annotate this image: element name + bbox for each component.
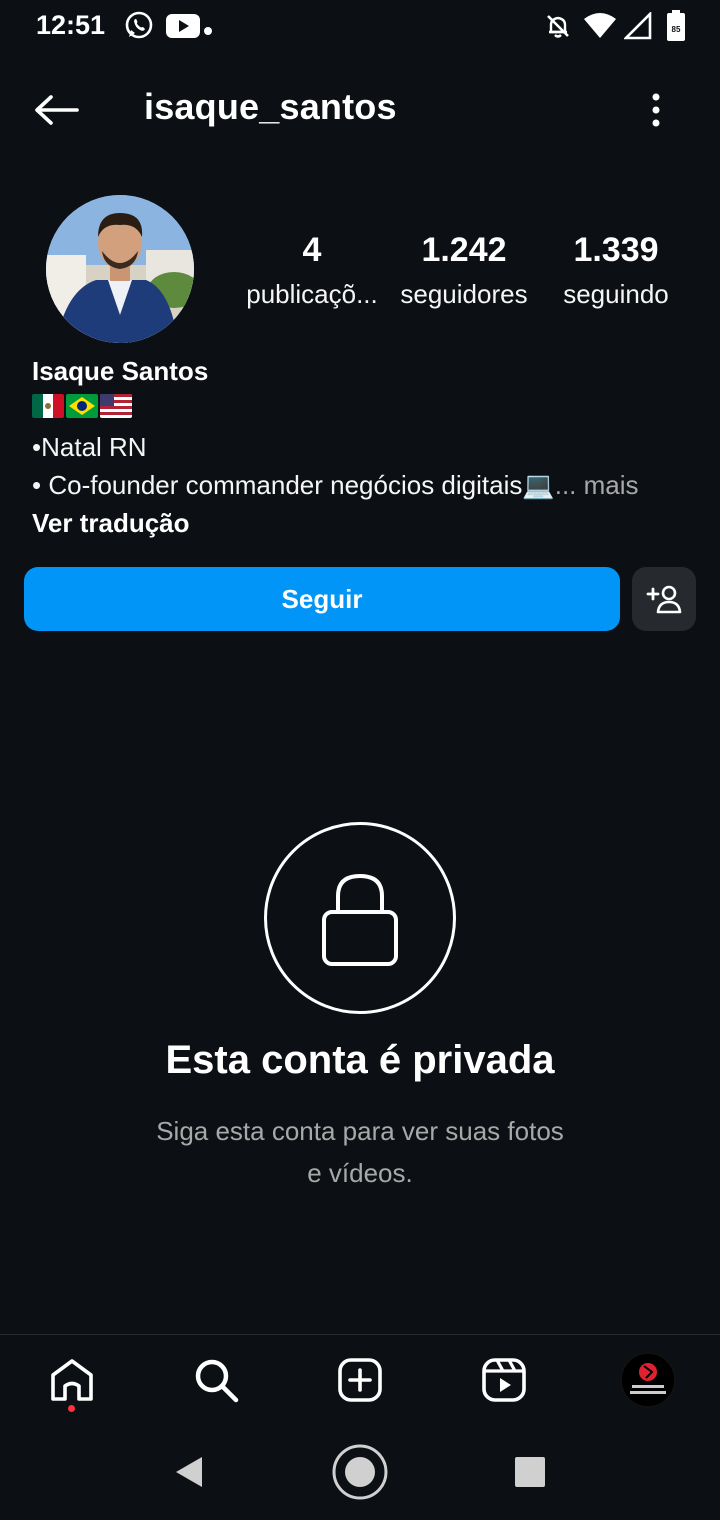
create-icon (338, 1358, 382, 1402)
status-bar: 12:51 85 (0, 0, 720, 52)
bio-text: • Co-founder commander negócios digitais… (32, 470, 555, 500)
home-icon (51, 1359, 93, 1401)
arrow-left-icon (35, 95, 79, 125)
mexico-flag (32, 394, 64, 418)
nav-create[interactable] (332, 1352, 388, 1408)
bio-flags (32, 394, 132, 418)
battery-icon: 85 (666, 10, 686, 47)
whatsapp-icon (124, 10, 154, 45)
followers-label: seguidores (400, 279, 528, 309)
lock-icon (322, 873, 398, 966)
posts-label: publicaçõ... (246, 279, 378, 309)
back-button[interactable] (28, 86, 84, 134)
mute-bell-icon (544, 12, 572, 45)
stat-following[interactable]: 1.339 seguindo (548, 228, 684, 316)
following-count: 1.339 (573, 231, 659, 269)
following-label: seguindo (563, 279, 669, 309)
suggested-accounts-button[interactable] (632, 567, 696, 631)
add-person-icon (646, 585, 682, 614)
private-account-subtitle: Siga esta conta para ver suas fotos e ví… (130, 1110, 590, 1194)
circle-home-icon (332, 1444, 388, 1500)
home-notification-dot (68, 1405, 75, 1412)
nav-profile[interactable] (620, 1352, 676, 1408)
private-subtitle-line2: e vídeos. (307, 1158, 413, 1188)
private-account-title: Esta conta é privada (165, 1038, 555, 1082)
square-recents-icon (515, 1457, 545, 1487)
system-home-button[interactable] (328, 1440, 392, 1504)
bottom-nav-divider (0, 1334, 720, 1335)
bio-line-location: •Natal RN (32, 432, 147, 462)
nav-home[interactable] (44, 1352, 100, 1408)
system-recents-button[interactable] (498, 1440, 562, 1504)
stat-posts[interactable]: 4 publicaçõ... (240, 228, 384, 316)
brazil-flag (66, 394, 98, 418)
posts-count: 4 (302, 231, 322, 269)
stat-followers[interactable]: 1.242 seguidores (392, 228, 536, 316)
nav-reels[interactable] (476, 1352, 532, 1408)
more-options-button[interactable] (636, 86, 676, 134)
signal-icon (622, 10, 652, 45)
triangle-back-icon (176, 1457, 202, 1487)
profile-username: isaque_santos (144, 86, 397, 127)
youtube-icon (166, 14, 200, 43)
system-back-button[interactable] (156, 1440, 220, 1504)
nav-search[interactable] (188, 1352, 244, 1408)
see-translation-link[interactable]: Ver tradução (32, 508, 190, 539)
follow-button[interactable]: Seguir (24, 567, 620, 631)
followers-count: 1.242 (421, 231, 507, 269)
profile-full-name: Isaque Santos (32, 356, 209, 386)
status-time: 12:51 (36, 10, 106, 40)
profile-avatar-small (620, 1352, 676, 1408)
profile-avatar[interactable] (46, 195, 194, 343)
reels-icon (482, 1358, 526, 1402)
usa-flag (100, 394, 132, 418)
search-icon (195, 1359, 239, 1403)
wifi-icon (584, 12, 616, 43)
bio-more-link[interactable]: ... mais (555, 470, 639, 500)
notification-dot (204, 22, 212, 40)
battery-level: 85 (672, 25, 681, 34)
vertical-dots-icon (652, 93, 660, 127)
private-subtitle-line1: Siga esta conta para ver suas fotos (156, 1116, 564, 1146)
bio-line-description: • Co-founder commander negócios digitais… (32, 470, 639, 501)
private-lock-badge (264, 822, 456, 1014)
